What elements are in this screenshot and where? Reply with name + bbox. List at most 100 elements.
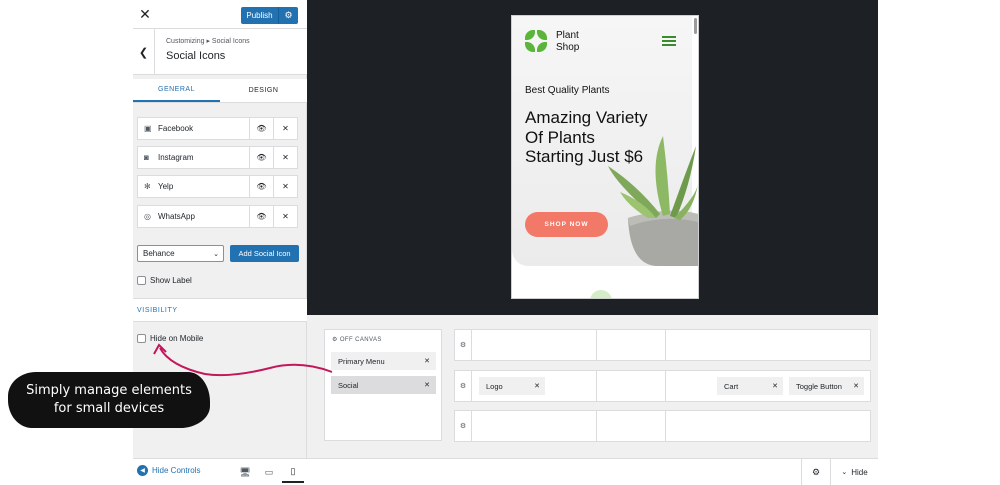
hero-section: Plant Shop Best Quality Plants Amazing V… xyxy=(512,16,698,266)
whatsapp-icon: ◎ xyxy=(144,212,151,221)
gear-icon[interactable]: ⚙ xyxy=(332,337,338,343)
add-social-icon-button[interactable]: Add Social Icon xyxy=(230,245,299,262)
social-item-label: Yelp xyxy=(158,182,174,191)
item-label: Cart xyxy=(724,381,739,391)
item-label: Primary Menu xyxy=(338,356,385,366)
shop-now-button[interactable]: SHOP NOW xyxy=(525,212,608,237)
divider xyxy=(665,411,666,441)
social-item-facebook[interactable]: ▣ Facebook 👁 ✕ xyxy=(137,117,299,140)
visibility-eye-icon[interactable]: 👁 xyxy=(250,205,274,228)
off-canvas-item-social[interactable]: Social ✕ xyxy=(331,376,436,394)
hamburger-menu-icon[interactable] xyxy=(662,36,676,46)
social-item-main[interactable]: ✻ Yelp xyxy=(137,175,250,198)
chevron-down-icon: ⌄ xyxy=(841,469,848,476)
tab-bar: GENERAL DESIGN xyxy=(133,79,307,103)
back-arrow-icon[interactable]: ❮ xyxy=(133,29,155,75)
hide-label: Hide xyxy=(851,467,868,477)
brand-line-1: Plant xyxy=(556,30,579,41)
builder-row-top[interactable]: ⚙ xyxy=(454,329,871,361)
builder-item-cart[interactable]: Cart ✕ xyxy=(717,377,783,395)
annotation-bubble: Simply manage elements for small devices xyxy=(8,372,210,428)
mobile-preview-frame: Plant Shop Best Quality Plants Amazing V… xyxy=(511,15,699,299)
tab-general[interactable]: GENERAL xyxy=(133,79,220,102)
divider xyxy=(596,330,597,360)
divider xyxy=(596,411,597,441)
plant-shop-logo-icon[interactable] xyxy=(525,30,547,52)
scrollbar[interactable] xyxy=(694,18,697,34)
instagram-icon: ◙ xyxy=(144,153,149,162)
remove-icon[interactable]: ✕ xyxy=(274,205,298,228)
chevron-down-icon: ⌄ xyxy=(213,250,219,258)
divider xyxy=(665,371,666,401)
social-item-main[interactable]: ▣ Facebook xyxy=(137,117,250,140)
brand-line-2: Shop xyxy=(556,42,580,53)
publish-button[interactable]: Publish ⚙ xyxy=(241,7,298,24)
remove-icon[interactable]: ✕ xyxy=(274,175,298,198)
social-network-select[interactable]: Behance ⌄ xyxy=(137,245,224,262)
green-dot-decoration xyxy=(590,290,612,298)
off-canvas-item-primary-menu[interactable]: Primary Menu ✕ xyxy=(331,352,436,370)
visibility-eye-icon[interactable]: 👁 xyxy=(250,146,274,169)
social-item-label: Instagram xyxy=(158,153,194,162)
desktop-icon[interactable]: 🖥 xyxy=(234,462,256,483)
customizer-footer: ◀ Hide Controls 🖥 ▭ ▯ ⚙ ⌄ Hide xyxy=(133,458,878,485)
panel-header: ✕ Publish ⚙ xyxy=(133,0,307,29)
tablet-icon[interactable]: ▭ xyxy=(258,462,280,483)
social-item-yelp[interactable]: ✻ Yelp 👁 ✕ xyxy=(137,175,299,198)
visibility-eye-icon[interactable]: 👁 xyxy=(250,117,274,140)
select-value: Behance xyxy=(143,249,175,258)
builder-item-logo[interactable]: Logo ✕ xyxy=(479,377,545,395)
social-item-main[interactable]: ◙ Instagram xyxy=(137,146,250,169)
close-icon[interactable]: ✕ xyxy=(853,382,859,390)
header-builder: ⚙ OFF CANVAS Primary Menu ✕ Social ✕ ⚙ ⚙… xyxy=(307,315,878,458)
divider xyxy=(665,330,666,360)
gear-icon[interactable]: ⚙ xyxy=(455,411,472,441)
plant-pot-image xyxy=(608,136,698,266)
hide-on-mobile-checkbox[interactable] xyxy=(137,334,146,343)
social-item-label: Facebook xyxy=(158,124,194,133)
yelp-icon: ✻ xyxy=(144,182,151,191)
publish-settings-gear-icon[interactable]: ⚙ xyxy=(279,10,298,21)
section-title: Social Icons xyxy=(166,50,226,62)
close-icon[interactable]: ✕ xyxy=(424,357,430,365)
show-label-checkbox[interactable] xyxy=(137,276,146,285)
hide-controls-label: Hide Controls xyxy=(152,466,201,475)
off-canvas-panel: ⚙ OFF CANVAS Primary Menu ✕ Social ✕ xyxy=(324,329,442,441)
gear-icon[interactable]: ⚙ xyxy=(801,459,830,485)
mobile-icon[interactable]: ▯ xyxy=(282,462,304,483)
brand-name[interactable]: Plant Shop xyxy=(556,30,579,54)
hide-controls-button[interactable]: ◀ Hide Controls xyxy=(137,465,200,476)
tab-design[interactable]: DESIGN xyxy=(220,79,307,102)
close-icon[interactable]: ✕ xyxy=(133,0,157,29)
hero-tagline: Best Quality Plants xyxy=(525,85,610,96)
item-label: Logo xyxy=(486,381,503,391)
builder-row-main[interactable]: ⚙ Logo ✕ Cart ✕ Toggle Button ✕ xyxy=(454,370,871,402)
builder-item-toggle-button[interactable]: Toggle Button ✕ xyxy=(789,377,864,395)
close-icon[interactable]: ✕ xyxy=(424,381,430,389)
show-label-text: Show Label xyxy=(150,276,192,285)
builder-row-bottom[interactable]: ⚙ xyxy=(454,410,871,442)
item-label: Toggle Button xyxy=(796,381,842,391)
social-item-main[interactable]: ◎ WhatsApp xyxy=(137,205,250,228)
gear-icon[interactable]: ⚙ xyxy=(455,371,472,401)
annotation-line-1: Simply manage elements xyxy=(26,383,192,398)
visibility-heading: VISIBILITY xyxy=(133,298,307,322)
annotation-line-2: for small devices xyxy=(53,401,165,416)
visibility-eye-icon[interactable]: 👁 xyxy=(250,175,274,198)
close-icon[interactable]: ✕ xyxy=(772,382,778,390)
item-label: Social xyxy=(338,380,359,390)
collapse-arrow-icon: ◀ xyxy=(137,465,148,476)
publish-label[interactable]: Publish xyxy=(241,7,279,24)
divider xyxy=(596,371,597,401)
hide-on-mobile-text: Hide on Mobile xyxy=(150,334,204,343)
social-item-whatsapp[interactable]: ◎ WhatsApp 👁 ✕ xyxy=(137,205,299,228)
section-header: ❮ Customizing ▸ Social Icons Social Icon… xyxy=(133,29,307,75)
remove-icon[interactable]: ✕ xyxy=(274,117,298,140)
remove-icon[interactable]: ✕ xyxy=(274,146,298,169)
social-item-instagram[interactable]: ◙ Instagram 👁 ✕ xyxy=(137,146,299,169)
close-icon[interactable]: ✕ xyxy=(534,382,540,390)
social-item-label: WhatsApp xyxy=(158,212,195,221)
hide-builder-button[interactable]: ⌄ Hide xyxy=(830,459,878,485)
off-canvas-label: ⚙ OFF CANVAS xyxy=(332,337,382,343)
gear-icon[interactable]: ⚙ xyxy=(455,330,472,360)
